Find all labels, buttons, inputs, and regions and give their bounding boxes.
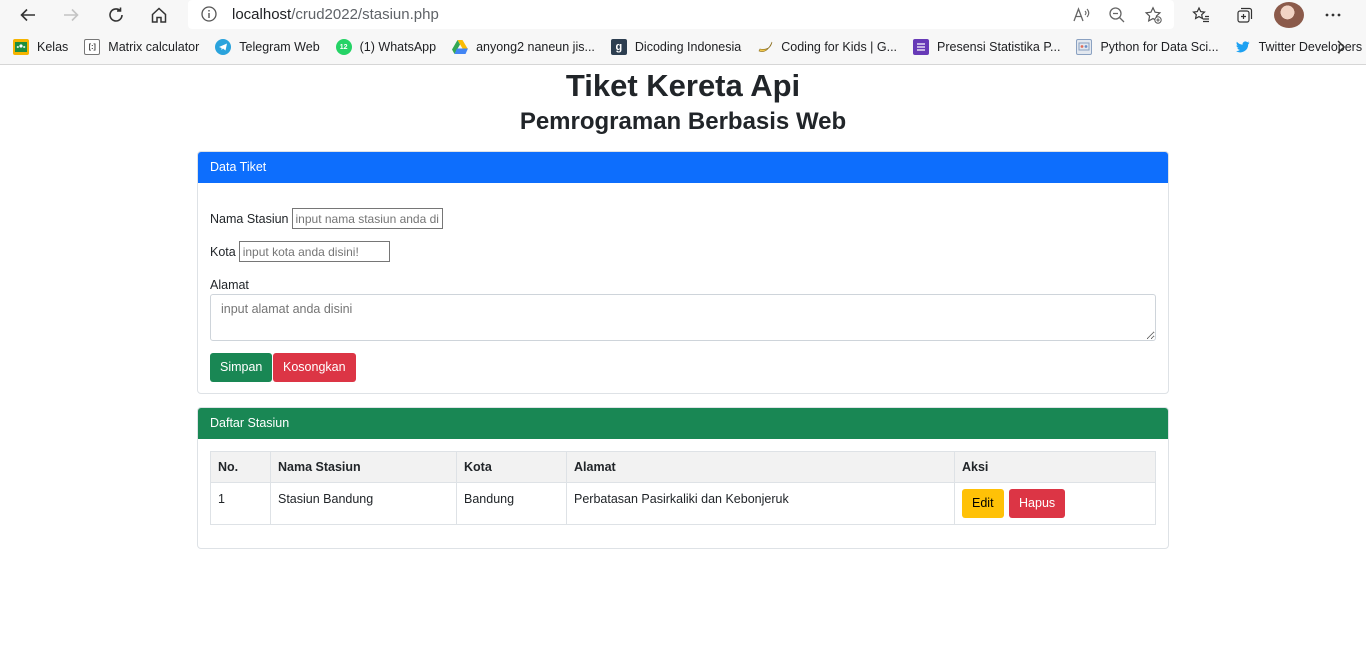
column-header-kota: Kota	[456, 451, 567, 483]
bookmark-google-drive[interactable]: anyong2 naneun jis...	[452, 39, 595, 55]
telegram-icon	[215, 39, 232, 55]
avatar	[1274, 2, 1304, 28]
nama-stasiun-label: Nama Stasiun	[210, 211, 289, 226]
kota-row: Kota	[210, 241, 390, 262]
data-tiket-card: Data Tiket Nama Stasiun Kota Alamat Simp…	[197, 151, 1169, 394]
bookmark-kelas[interactable]: Kelas	[13, 39, 68, 55]
bookmark-label: Presensi Statistika P...	[937, 40, 1061, 54]
hapus-button[interactable]: Hapus	[1009, 489, 1066, 518]
daftar-stasiun-card: Daftar Stasiun No. Nama Stasiun Kota Ala…	[197, 407, 1169, 549]
matrix-icon: [:]	[84, 39, 101, 55]
google-drive-icon	[452, 39, 469, 55]
bookmark-label: Telegram Web	[239, 40, 320, 54]
url-host: localhost	[232, 6, 292, 23]
kota-input[interactable]	[238, 241, 390, 262]
stasiun-table: No. Nama Stasiun Kota Alamat Aksi 1 Stas…	[210, 451, 1156, 525]
page-subtitle: Pemrograman Berbasis Web	[519, 108, 847, 135]
column-header-alamat: Alamat	[566, 451, 955, 483]
profile-avatar[interactable]	[1274, 2, 1304, 28]
refresh-icon[interactable]	[102, 1, 130, 29]
bookmarks-bar: Kelas [:] Matrix calculator Telegram Web…	[0, 30, 1366, 65]
bookmark-label: Coding for Kids | G...	[781, 40, 898, 54]
collections-icon[interactable]	[1230, 2, 1260, 28]
browser-toolbar: localhost/crud2022/stasiun.php	[0, 0, 1366, 30]
google-classroom-icon	[13, 39, 29, 55]
bookmark-dicoding[interactable]: g Dicoding Indonesia	[610, 39, 742, 55]
address-bar[interactable]: localhost/crud2022/stasiun.php	[188, 0, 1174, 29]
url-path: /crud2022/stasiun.php	[291, 6, 439, 23]
nama-stasiun-input[interactable]	[291, 208, 443, 229]
bookmark-label: Kelas	[37, 40, 69, 54]
bookmark-label: Python for Data Sci...	[1100, 40, 1219, 54]
python-course-icon	[1076, 39, 1093, 55]
read-aloud-icon[interactable]	[1070, 4, 1092, 26]
more-menu-icon[interactable]	[1318, 2, 1348, 28]
whatsapp-icon: 12	[335, 39, 352, 55]
bookmark-label: Dicoding Indonesia	[634, 40, 742, 54]
bookmark-telegram-web[interactable]: Telegram Web	[215, 39, 320, 55]
simpan-button[interactable]: Simpan	[210, 353, 273, 382]
google-forms-icon	[913, 39, 930, 55]
column-header-no: No.	[210, 451, 271, 483]
bookmark-coding-for-kids[interactable]: Coding for Kids | G...	[757, 39, 897, 55]
kosongkan-button[interactable]: Kosongkan	[273, 353, 356, 382]
add-favorite-icon[interactable]	[1142, 4, 1164, 26]
column-header-aksi: Aksi	[954, 451, 1156, 483]
edit-button[interactable]: Edit	[962, 489, 1004, 518]
nama-stasiun-row: Nama Stasiun	[210, 208, 443, 229]
kota-label: Kota	[210, 244, 236, 259]
cell-no: 1	[210, 482, 271, 525]
favorites-icon[interactable]	[1186, 2, 1216, 28]
twitter-icon	[1235, 39, 1251, 55]
bookmark-label: Matrix calculator	[108, 40, 200, 54]
alamat-label: Alamat	[210, 278, 249, 292]
cell-nama-stasiun: Stasiun Bandung	[270, 482, 457, 525]
bookmark-matrix-calculator[interactable]: [:] Matrix calculator	[84, 39, 199, 55]
banana-icon	[757, 39, 773, 55]
bookmark-label: anyong2 naneun jis...	[476, 40, 595, 54]
column-header-nama-stasiun: Nama Stasiun	[270, 451, 457, 483]
bookmark-python-data-science[interactable]: Python for Data Sci...	[1076, 39, 1219, 55]
bookmark-whatsapp[interactable]: 12 (1) WhatsApp	[335, 39, 437, 55]
page-content: Tiket Kereta Api Pemrograman Berbasis We…	[0, 67, 1366, 549]
info-icon[interactable]	[200, 5, 218, 23]
bookmark-label: (1) WhatsApp	[359, 40, 437, 54]
zoom-out-icon[interactable]	[1106, 4, 1128, 26]
daftar-stasiun-header: Daftar Stasiun	[198, 408, 1168, 439]
alamat-textarea[interactable]	[210, 294, 1156, 341]
cell-alamat: Perbatasan Pasirkaliki dan Kebonjeruk	[566, 482, 955, 525]
data-tiket-header: Data Tiket	[198, 152, 1168, 183]
page-title: Tiket Kereta Api	[565, 68, 801, 103]
table-row: 1 Stasiun Bandung Bandung Perbatasan Pas…	[210, 482, 1156, 525]
home-icon[interactable]	[145, 1, 173, 29]
bookmark-presensi[interactable]: Presensi Statistika P...	[913, 39, 1060, 55]
cell-aksi: Edit Hapus	[954, 482, 1156, 525]
forward-icon[interactable]	[57, 1, 85, 29]
dicoding-icon: g	[610, 39, 627, 55]
url-text[interactable]: localhost/crud2022/stasiun.php	[232, 6, 439, 23]
table-header-row: No. Nama Stasiun Kota Alamat Aksi	[210, 451, 1156, 483]
cell-kota: Bandung	[456, 482, 567, 525]
back-icon[interactable]	[14, 1, 42, 29]
chevron-right-icon[interactable]	[1334, 39, 1348, 55]
